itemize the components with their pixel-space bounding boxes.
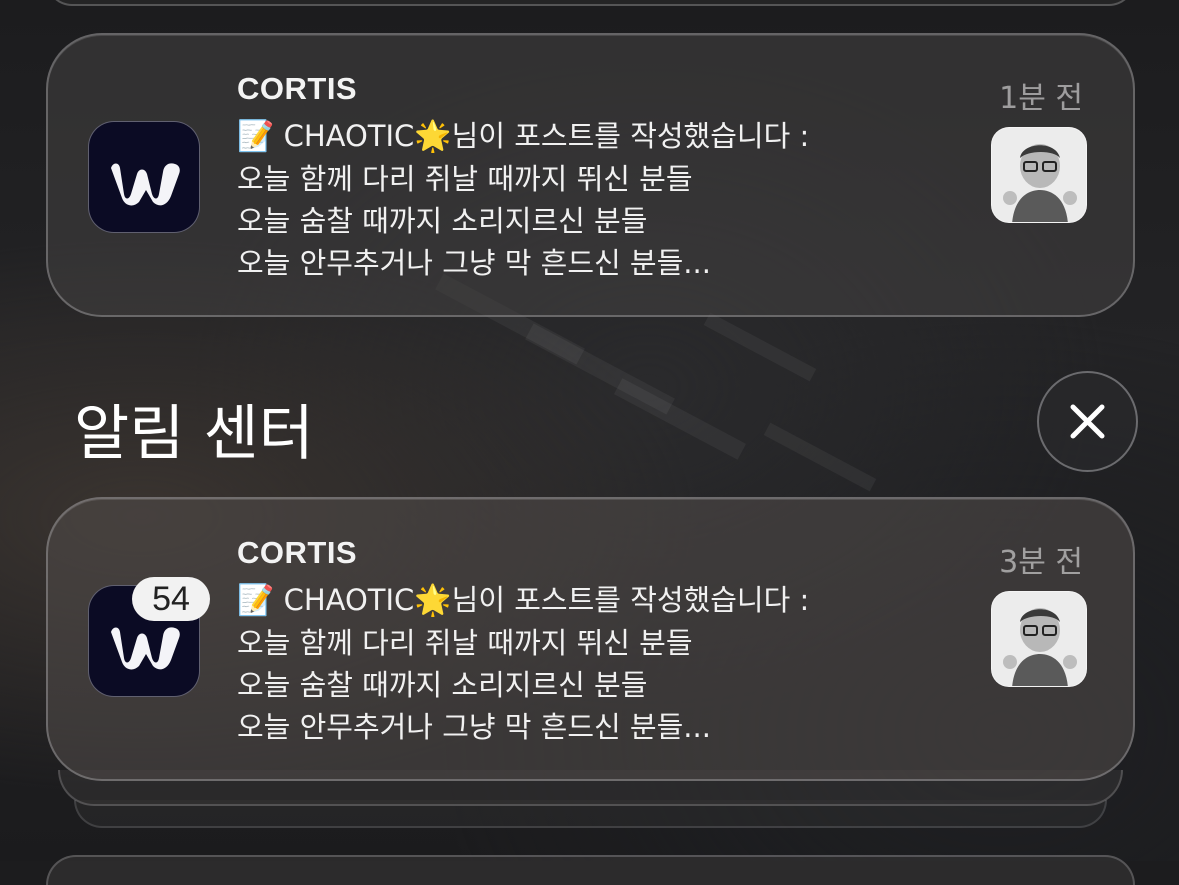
memo-emoji-icon: 📝 <box>237 119 275 154</box>
weverse-app-icon <box>88 121 200 233</box>
timestamp: 1분 전 <box>999 81 1083 116</box>
post-thumbnail <box>991 127 1087 223</box>
body-line: 오늘 안무추거나 그냥 막 흔드신 분들... <box>237 710 711 744</box>
author-name: CHAOTIC <box>283 583 415 617</box>
notification-card[interactable]: 54 CORTIS 3분 전 📝 CHAOTIC🌟님이 포스트를 작성했습니다 … <box>46 497 1135 781</box>
previous-notification-edge[interactable] <box>46 0 1135 6</box>
app-name: CORTIS <box>237 71 358 106</box>
star-emoji-icon: 🌟 <box>414 119 452 154</box>
notification-body: 📝 CHAOTIC🌟님이 포스트를 작성했습니다 : 오늘 함께 다리 쥐날 때… <box>237 579 957 748</box>
star-emoji-icon: 🌟 <box>414 583 452 618</box>
notification-center-title: 알림 센터 <box>74 399 314 469</box>
post-thumbnail <box>991 591 1087 687</box>
author-name: CHAOTIC <box>283 119 415 153</box>
notification-count-badge: 54 <box>132 577 210 621</box>
notification-body: 📝 CHAOTIC🌟님이 포스트를 작성했습니다 : 오늘 함께 다리 쥐날 때… <box>237 115 957 284</box>
close-icon <box>1070 404 1105 439</box>
body-line: 오늘 함께 다리 쥐날 때까지 뛰신 분들 <box>237 626 693 660</box>
next-notification-edge[interactable] <box>46 855 1135 885</box>
notification-card[interactable]: CORTIS 1분 전 📝 CHAOTIC🌟님이 포스트를 작성했습니다 : 오… <box>46 33 1135 317</box>
post-action-text: 님이 포스트를 작성했습니다 : <box>451 119 810 153</box>
post-action-text: 님이 포스트를 작성했습니다 : <box>451 583 810 617</box>
clear-notifications-button[interactable] <box>1037 371 1138 472</box>
body-line: 오늘 숨찰 때까지 소리지르신 분들 <box>237 668 648 702</box>
body-line: 오늘 안무추거나 그냥 막 흔드신 분들... <box>237 246 711 280</box>
body-line: 오늘 숨찰 때까지 소리지르신 분들 <box>237 204 648 238</box>
memo-emoji-icon: 📝 <box>237 583 275 618</box>
body-line: 오늘 함께 다리 쥐날 때까지 뛰신 분들 <box>237 162 693 196</box>
app-name: CORTIS <box>237 535 358 570</box>
timestamp: 3분 전 <box>999 545 1083 580</box>
